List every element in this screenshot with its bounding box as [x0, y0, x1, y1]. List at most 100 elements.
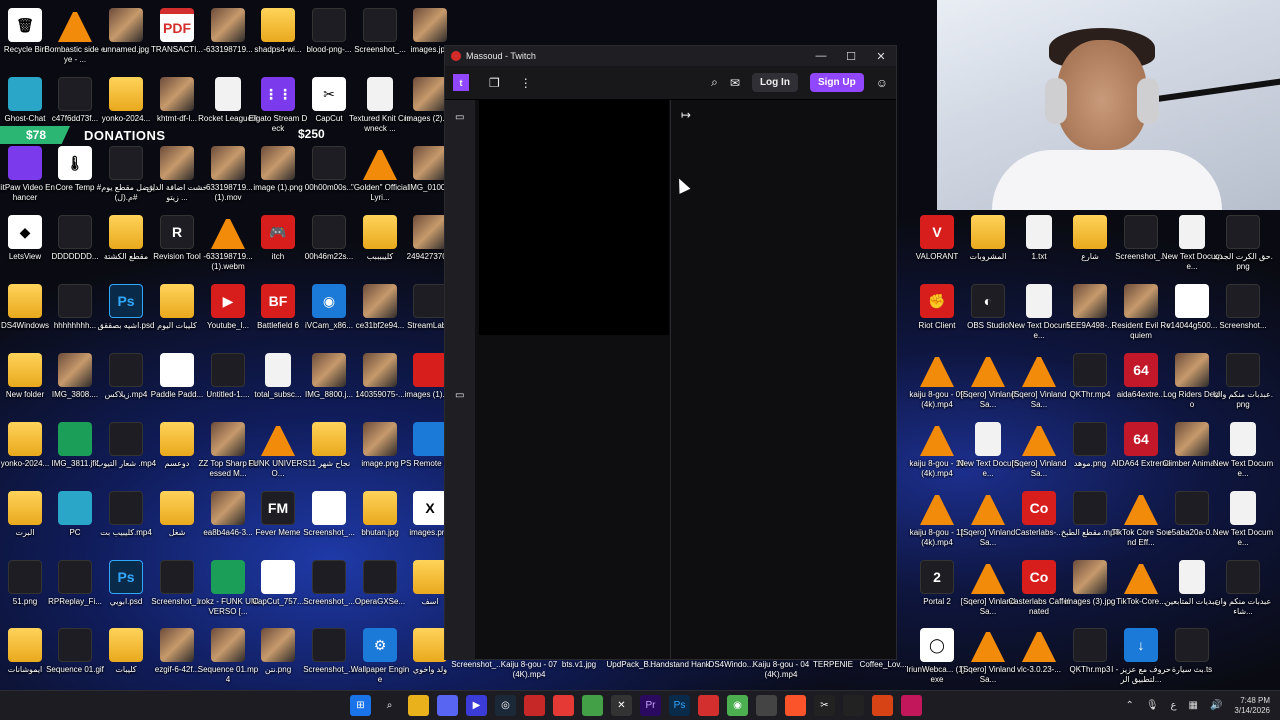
- twitch-logo-icon[interactable]: t: [453, 74, 469, 91]
- desktop-icon[interactable]: عبدبات منكم واليا.png: [1212, 349, 1274, 417]
- premiere-icon[interactable]: Pr: [640, 695, 661, 716]
- file-icon: [265, 353, 291, 387]
- microphone-icon[interactable]: 🎙: [1146, 700, 1159, 711]
- search-icon[interactable]: ⌕: [711, 75, 718, 90]
- app-icon[interactable]: ✕: [611, 695, 632, 716]
- chevron-up-icon[interactable]: ⌃: [1125, 700, 1133, 711]
- followed-channels-icon[interactable]: ▭: [455, 112, 464, 123]
- file-icon: [1073, 353, 1107, 387]
- file-icon: [413, 284, 447, 318]
- language-indicator[interactable]: ع: [1171, 700, 1177, 711]
- app-icon[interactable]: [582, 695, 603, 716]
- recommended-channels-icon[interactable]: ▭: [455, 390, 464, 401]
- steam-icon[interactable]: ◎: [495, 695, 516, 716]
- clock-date: 3/14/2026: [1234, 705, 1270, 715]
- user-icon[interactable]: ☺: [876, 76, 888, 90]
- file-icon: [211, 353, 245, 387]
- desktop-icon-label: New Text Docume...: [1212, 459, 1274, 478]
- file-icon: [312, 353, 346, 387]
- desktop-icon[interactable]: New Text Docume...: [1212, 418, 1274, 486]
- file-icon: [1175, 353, 1209, 387]
- headphone-left: [1045, 78, 1067, 124]
- start-icon[interactable]: ⊞: [350, 695, 371, 716]
- desktop-icon-label: Screenshot...: [1219, 321, 1267, 330]
- window-title: Massoud - Twitch: [466, 51, 536, 61]
- desktop-icon[interactable]: بث سيارة.ts: [1161, 624, 1223, 692]
- nav-right: ⌕ ✉ Log In Sign Up ☺: [711, 73, 888, 92]
- file-explorer-icon[interactable]: [408, 695, 429, 716]
- app-icon[interactable]: [698, 695, 719, 716]
- file-icon: [413, 77, 447, 111]
- file-icon: [1124, 491, 1158, 525]
- more-options-icon[interactable]: ⋮: [520, 76, 532, 90]
- file-icon: [1073, 284, 1107, 318]
- clock-time: 7:48 PM: [1240, 695, 1270, 705]
- network-icon[interactable]: ▦: [1189, 700, 1198, 711]
- file-icon: [312, 560, 346, 594]
- taskbar: ⊞ ⌕ ▶ ◎ ✕ Pr Ps ◉ ✂ ⌃ 🎙 ع ▦ 🔊 7:48 PM 3/…: [0, 690, 1280, 720]
- collapse-chat-icon[interactable]: ↦: [681, 108, 691, 122]
- file-icon: [109, 491, 143, 525]
- file-icon: [109, 215, 143, 249]
- desktop-icon-label: بث سيارة.ts: [1171, 665, 1213, 674]
- opera-gx-icon[interactable]: [901, 695, 922, 716]
- file-icon: [1175, 628, 1209, 662]
- desktop-icon[interactable]: حق الكرت الجديد.png: [1212, 211, 1274, 279]
- desktop-icon[interactable]: Screenshot...: [1212, 280, 1274, 348]
- capcut-icon[interactable]: ✂: [814, 695, 835, 716]
- copy-icon[interactable]: ❐: [489, 76, 500, 90]
- window-titlebar[interactable]: Massoud - Twitch — ☐ ✕: [445, 46, 896, 66]
- file-icon: [8, 560, 42, 594]
- file-icon: R: [160, 215, 194, 249]
- file-icon: 64: [1124, 422, 1158, 456]
- file-icon: [413, 422, 447, 456]
- file-icon: [58, 491, 92, 525]
- media-player-icon[interactable]: ▶: [466, 695, 487, 716]
- app-icon[interactable]: [524, 695, 545, 716]
- twitch-top-nav: t ❐ ⋮ ⌕ ✉ Log In Sign Up ☺: [445, 66, 896, 100]
- file-icon: [1073, 491, 1107, 525]
- file-icon: [211, 422, 245, 456]
- maximize-button[interactable]: ☐: [836, 50, 866, 63]
- file-icon: [363, 353, 397, 387]
- file-icon: [413, 628, 447, 662]
- file-icon: [211, 215, 245, 249]
- file-icon: ↓: [1124, 628, 1158, 662]
- file-icon: [211, 491, 245, 525]
- video-player[interactable]: [479, 100, 669, 335]
- chat-divider: [670, 100, 671, 660]
- sign-up-button[interactable]: Sign Up: [809, 73, 864, 92]
- minimize-button[interactable]: —: [806, 50, 836, 63]
- file-icon: ⚙: [363, 628, 397, 662]
- log-in-button[interactable]: Log In: [751, 73, 798, 92]
- file-icon: X: [413, 491, 447, 525]
- file-icon: [1179, 215, 1205, 249]
- photoshop-icon[interactable]: Ps: [669, 695, 690, 716]
- close-button[interactable]: ✕: [866, 50, 896, 63]
- file-icon: BF: [261, 284, 295, 318]
- file-icon: [1124, 560, 1158, 594]
- file-icon: 2: [920, 560, 954, 594]
- desktop-icon[interactable]: عبدبات منكم وان شاء...: [1212, 556, 1274, 624]
- discord-icon[interactable]: [437, 695, 458, 716]
- desktop-icon[interactable]: New Text Docume...: [1212, 487, 1274, 555]
- search-icon[interactable]: ⌕: [379, 695, 400, 716]
- file-icon: [58, 284, 92, 318]
- chrome-icon[interactable]: ◉: [727, 695, 748, 716]
- file-icon: [261, 422, 295, 456]
- app-icon[interactable]: [872, 695, 893, 716]
- donation-amount: $78: [0, 126, 71, 144]
- file-icon: [261, 8, 295, 42]
- clock[interactable]: 7:48 PM 3/14/2026: [1234, 696, 1270, 716]
- streamlabs-icon[interactable]: [843, 695, 864, 716]
- brave-icon[interactable]: [785, 695, 806, 716]
- inbox-icon[interactable]: ✉: [730, 76, 740, 90]
- volume-icon[interactable]: 🔊: [1210, 700, 1222, 711]
- desktop-file-label[interactable]: Coffee_Lov...: [852, 660, 914, 670]
- file-icon: [413, 560, 447, 594]
- file-icon: [413, 8, 447, 42]
- file-icon: [1073, 215, 1107, 249]
- app-icon[interactable]: [553, 695, 574, 716]
- file-icon: [1226, 284, 1260, 318]
- app-icon[interactable]: [756, 695, 777, 716]
